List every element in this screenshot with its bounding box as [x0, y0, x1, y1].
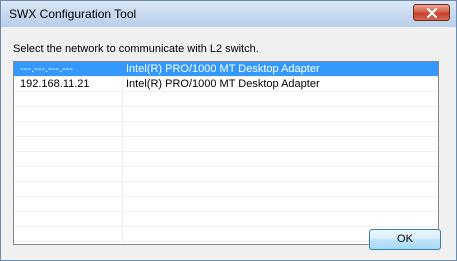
network-adapter: Intel(R) PRO/1000 MT Desktop Adapter	[126, 63, 320, 75]
instruction-label: Select the network to communicate with L…	[13, 43, 259, 55]
empty-row	[14, 137, 438, 152]
close-button[interactable]	[413, 4, 450, 21]
close-icon	[427, 8, 437, 18]
ok-button[interactable]: OK	[369, 229, 441, 250]
empty-row	[14, 182, 438, 197]
dialog-content: Select the network to communicate with L…	[7, 31, 450, 254]
title-bar[interactable]: SWX Configuration Tool	[1, 1, 456, 27]
network-row-1[interactable]: ---.---.---.--- Intel(R) PRO/1000 MT Des…	[14, 62, 438, 77]
empty-row	[14, 212, 438, 227]
network-adapter: Intel(R) PRO/1000 MT Desktop Adapter	[126, 78, 320, 90]
network-list[interactable]: ---.---.---.--- Intel(R) PRO/1000 MT Des…	[13, 61, 439, 245]
empty-row	[14, 197, 438, 212]
empty-row	[14, 152, 438, 167]
network-ip: 192.168.11.21	[20, 78, 90, 90]
empty-row	[14, 122, 438, 137]
network-row-2[interactable]: 192.168.11.21 Intel(R) PRO/1000 MT Deskt…	[14, 77, 438, 92]
dialog-window: SWX Configuration Tool Select the networ…	[0, 0, 457, 261]
empty-row	[14, 167, 438, 182]
empty-row	[14, 92, 438, 107]
empty-row	[14, 107, 438, 122]
network-ip: ---.---.---.---	[20, 63, 74, 75]
window-title: SWX Configuration Tool	[9, 7, 137, 21]
